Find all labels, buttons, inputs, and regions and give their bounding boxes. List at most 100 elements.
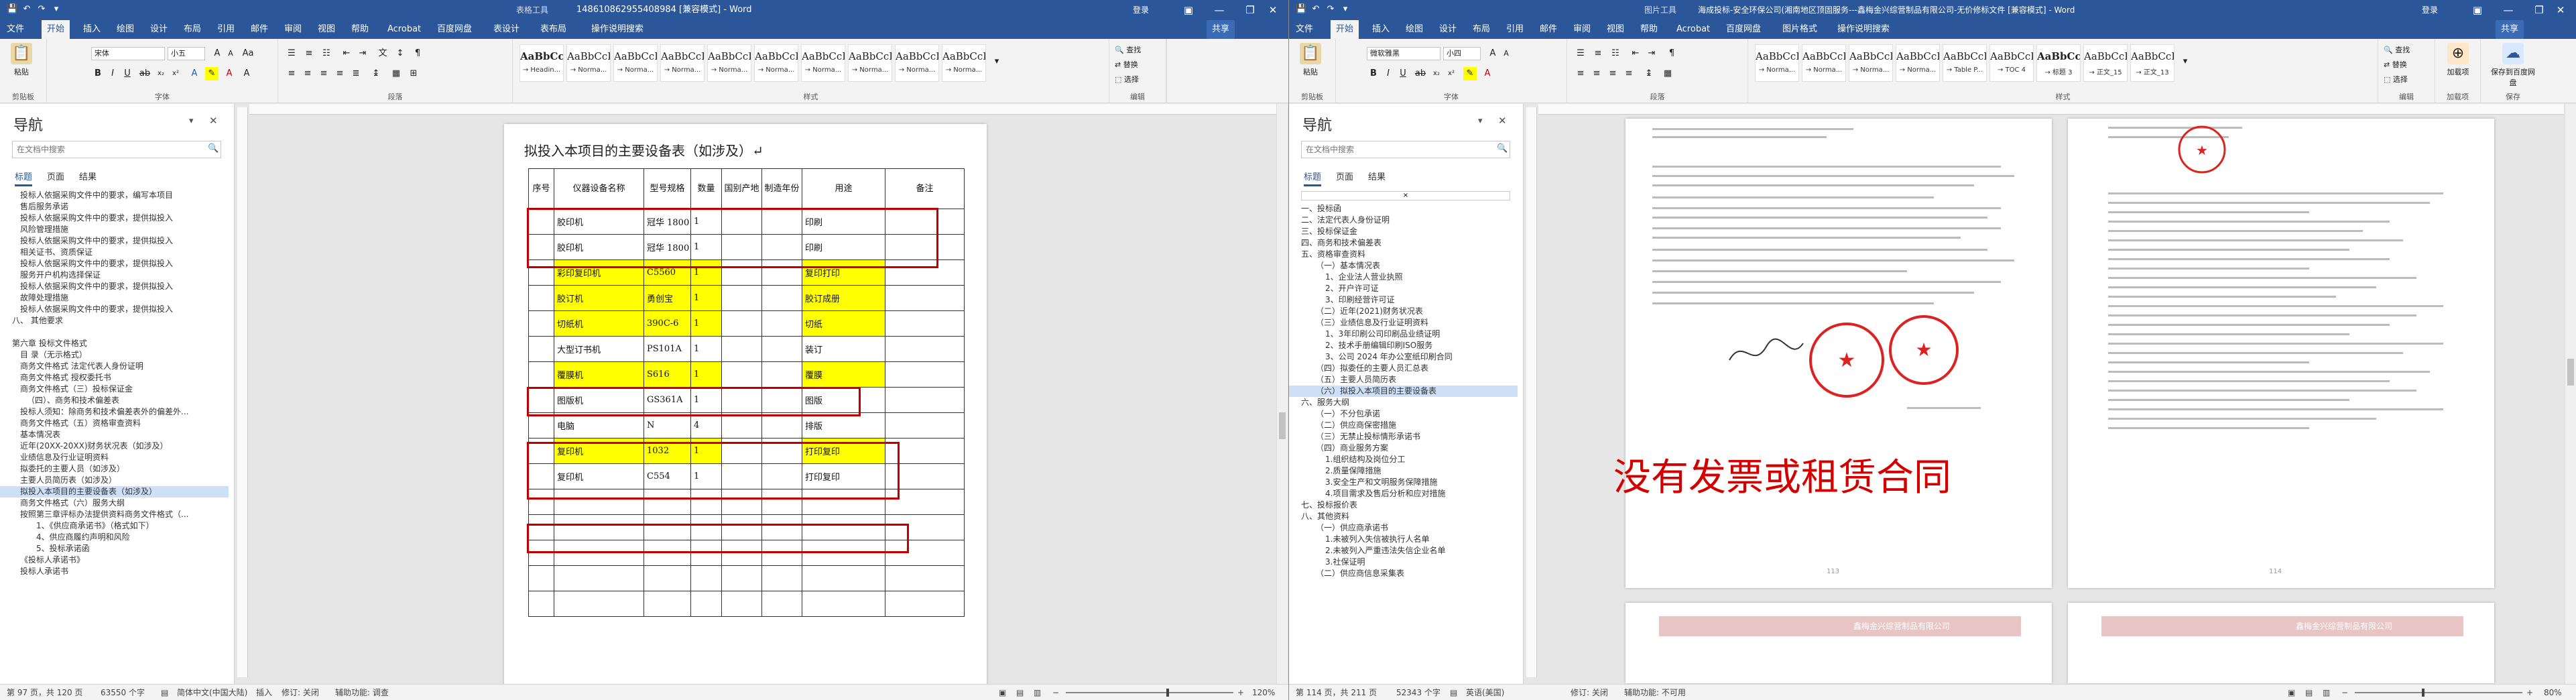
table-cell[interactable]: 排版 [802, 412, 885, 439]
table-cell[interactable] [885, 285, 965, 311]
status-words[interactable]: 63550 个字 [101, 685, 145, 700]
table-cell[interactable]: PS101A [643, 336, 691, 362]
tab-table-design[interactable]: 表设计 [488, 20, 525, 39]
nav-heading-item[interactable]: 2.质量保障措施 [1289, 465, 1518, 477]
ribbon-display-options-icon[interactable]: ▣ [1173, 0, 1204, 20]
shrink-font-icon[interactable]: A [1499, 47, 1513, 60]
vertical-scrollbar[interactable] [2565, 104, 2576, 684]
close-button[interactable]: ✕ [2545, 0, 2576, 20]
tab-table-layout[interactable]: 表布局 [535, 20, 572, 39]
save-baidu-button[interactable]: ☁ 保存到百度网盘 [2488, 43, 2538, 88]
select-button[interactable]: ⬚ 选择 [2384, 74, 2408, 84]
tab-review[interactable]: 审阅 [1568, 20, 1596, 39]
bold-icon[interactable]: B [91, 67, 105, 80]
nav-heading-item[interactable]: 《投标人承诺书》 [0, 555, 229, 566]
proofing-icon[interactable]: ▤ [1450, 685, 1457, 700]
replace-button[interactable]: ⇄ 替换 [1115, 59, 1138, 70]
change-case-icon[interactable]: Aa [241, 47, 255, 60]
minimize-button[interactable]: — [2493, 0, 2524, 20]
share-button[interactable]: 共享 [1207, 20, 1235, 39]
status-page[interactable]: 第 97 页，共 120 页 [7, 685, 82, 700]
share-button[interactable]: 共享 [2496, 20, 2524, 39]
addins-button[interactable]: ⊕ 加载项 [2443, 43, 2473, 77]
style-heading3[interactable]: AaBbCcI → 标题 3 [2036, 44, 2081, 82]
save-icon[interactable]: 💾 [7, 4, 17, 15]
nav-heading-item[interactable]: （五）主要人员简历表 [1289, 374, 1518, 386]
font-size-select[interactable]: 小五 [168, 47, 205, 60]
table-cell[interactable] [528, 565, 554, 591]
table-cell[interactable] [528, 361, 554, 388]
nav-heading-item[interactable]: 4.项目需求及售后分析和应对措施 [1289, 488, 1518, 500]
tab-file[interactable]: 文件 [1290, 20, 1318, 39]
status-accessibility[interactable]: 辅助功能: 调查 [335, 685, 389, 700]
grow-font-icon[interactable]: A [210, 47, 224, 60]
table-cell[interactable] [721, 336, 762, 362]
style-normal[interactable]: AaBbCcI → Norma... [895, 44, 939, 82]
tab-draw[interactable]: 绘图 [1400, 20, 1428, 39]
web-layout-icon[interactable]: ▥ [2323, 685, 2330, 700]
styles-more-icon[interactable]: ▾ [2179, 55, 2192, 68]
tab-acrobat[interactable]: Acrobat [382, 20, 426, 39]
nav-heading-item[interactable]: 商务文件格式 法定代表人身份证明 [0, 361, 229, 372]
highlight-icon[interactable]: ✎ [205, 67, 219, 80]
table-cell[interactable] [885, 591, 965, 617]
table-cell[interactable] [690, 591, 722, 617]
tab-design[interactable]: 设计 [1434, 20, 1462, 39]
align-center-icon[interactable]: ≡ [301, 67, 314, 80]
nav-heading-item[interactable]: 投标人依据采购文件中的要求，提供拟投入 [0, 258, 229, 270]
nav-heading-item[interactable]: 1.未被列入失信被执行人名单 [1289, 534, 1518, 545]
table-cell[interactable]: 装订 [802, 336, 885, 362]
table-cell[interactable] [761, 591, 802, 617]
superscript-icon[interactable]: x² [1445, 67, 1458, 80]
nav-tab-results[interactable]: 结果 [79, 170, 97, 182]
strikethrough-icon[interactable]: ab [138, 67, 151, 80]
nav-close-icon[interactable]: ✕ [1498, 115, 1507, 127]
sign-in-button[interactable]: 登录 [1133, 0, 1149, 20]
table-cell[interactable]: 切纸机 [554, 310, 644, 337]
show-marks-icon[interactable]: ¶ [1665, 47, 1678, 60]
zoom-slider[interactable] [1066, 689, 1233, 697]
style-normal[interactable]: AaBbCcI → Norma... [1849, 44, 1893, 82]
table-cell[interactable]: 4 [690, 412, 722, 439]
read-mode-icon[interactable]: ▣ [999, 685, 1006, 700]
close-button[interactable]: ✕ [1258, 0, 1288, 20]
nav-heading-item[interactable]: 3.安全生产和文明服务保障措施 [1289, 477, 1518, 488]
tab-baidu[interactable]: 百度网盘 [432, 20, 477, 39]
nav-heading-item[interactable]: （三）无禁止投标情形承诺书 [1289, 431, 1518, 443]
find-button[interactable]: 🔍 查找 [1115, 44, 1141, 55]
table-cell[interactable]: 390C-6 [643, 310, 691, 337]
nav-heading-item[interactable]: 一、投标函 [1289, 203, 1518, 215]
nav-heading-item[interactable]: 投标人依据采购文件中的要求，编写本项目 [0, 190, 229, 201]
minimize-button[interactable]: — [1204, 0, 1235, 20]
chinese-layout-icon[interactable]: 文 [376, 47, 389, 60]
underline-icon[interactable]: U [1396, 67, 1410, 80]
status-zoom[interactable]: 120% [1252, 685, 1275, 700]
bold-icon[interactable]: B [1367, 67, 1380, 80]
style-normal[interactable]: AaBbCcI → Norma... [613, 44, 658, 82]
subscript-icon[interactable]: x₂ [1430, 67, 1443, 80]
nav-heading-item[interactable]: 投标人依据采购文件中的要求，提供拟投入 [0, 235, 229, 247]
nav-heading-item[interactable]: 商务文件格式（五）资格审查资料 [0, 418, 229, 429]
zoom-slider-thumb[interactable] [2422, 689, 2425, 697]
nav-heading-item[interactable]: （二）供应商保密措施 [1289, 420, 1518, 431]
table-cell[interactable] [643, 565, 691, 591]
nav-heading-item[interactable]: 五、资格审查资料 [1289, 249, 1518, 260]
justify-icon[interactable]: ≡ [333, 67, 347, 80]
nav-heading-item[interactable]: 3、印刷经营许可证 [1289, 294, 1518, 306]
redo-icon[interactable]: ↷ [36, 4, 47, 15]
select-button[interactable]: ⬚ 选择 [1115, 74, 1139, 84]
tab-help[interactable]: 帮助 [1635, 20, 1663, 39]
nav-heading-item[interactable]: 基本情况表 [0, 429, 229, 441]
table-cell[interactable] [761, 412, 802, 439]
find-button[interactable]: 🔍 查找 [2384, 44, 2410, 55]
redo-icon[interactable]: ↷ [1325, 4, 1336, 15]
zoom-out-icon[interactable]: − [2341, 685, 2348, 700]
nav-heading-item[interactable]: 投标人承诺书 [0, 566, 229, 577]
table-cell[interactable] [721, 412, 762, 439]
nav-heading-item[interactable]: （二）近年(2021)财务状况表 [1289, 306, 1518, 317]
line-spacing-icon[interactable]: ↨ [369, 67, 383, 80]
grow-font-icon[interactable]: A [1486, 47, 1499, 60]
table-cell[interactable] [885, 387, 965, 413]
nav-heading-item[interactable]: 3.社保证明 [1289, 557, 1518, 568]
nav-heading-item[interactable]: （一）基本情况表 [1289, 260, 1518, 272]
